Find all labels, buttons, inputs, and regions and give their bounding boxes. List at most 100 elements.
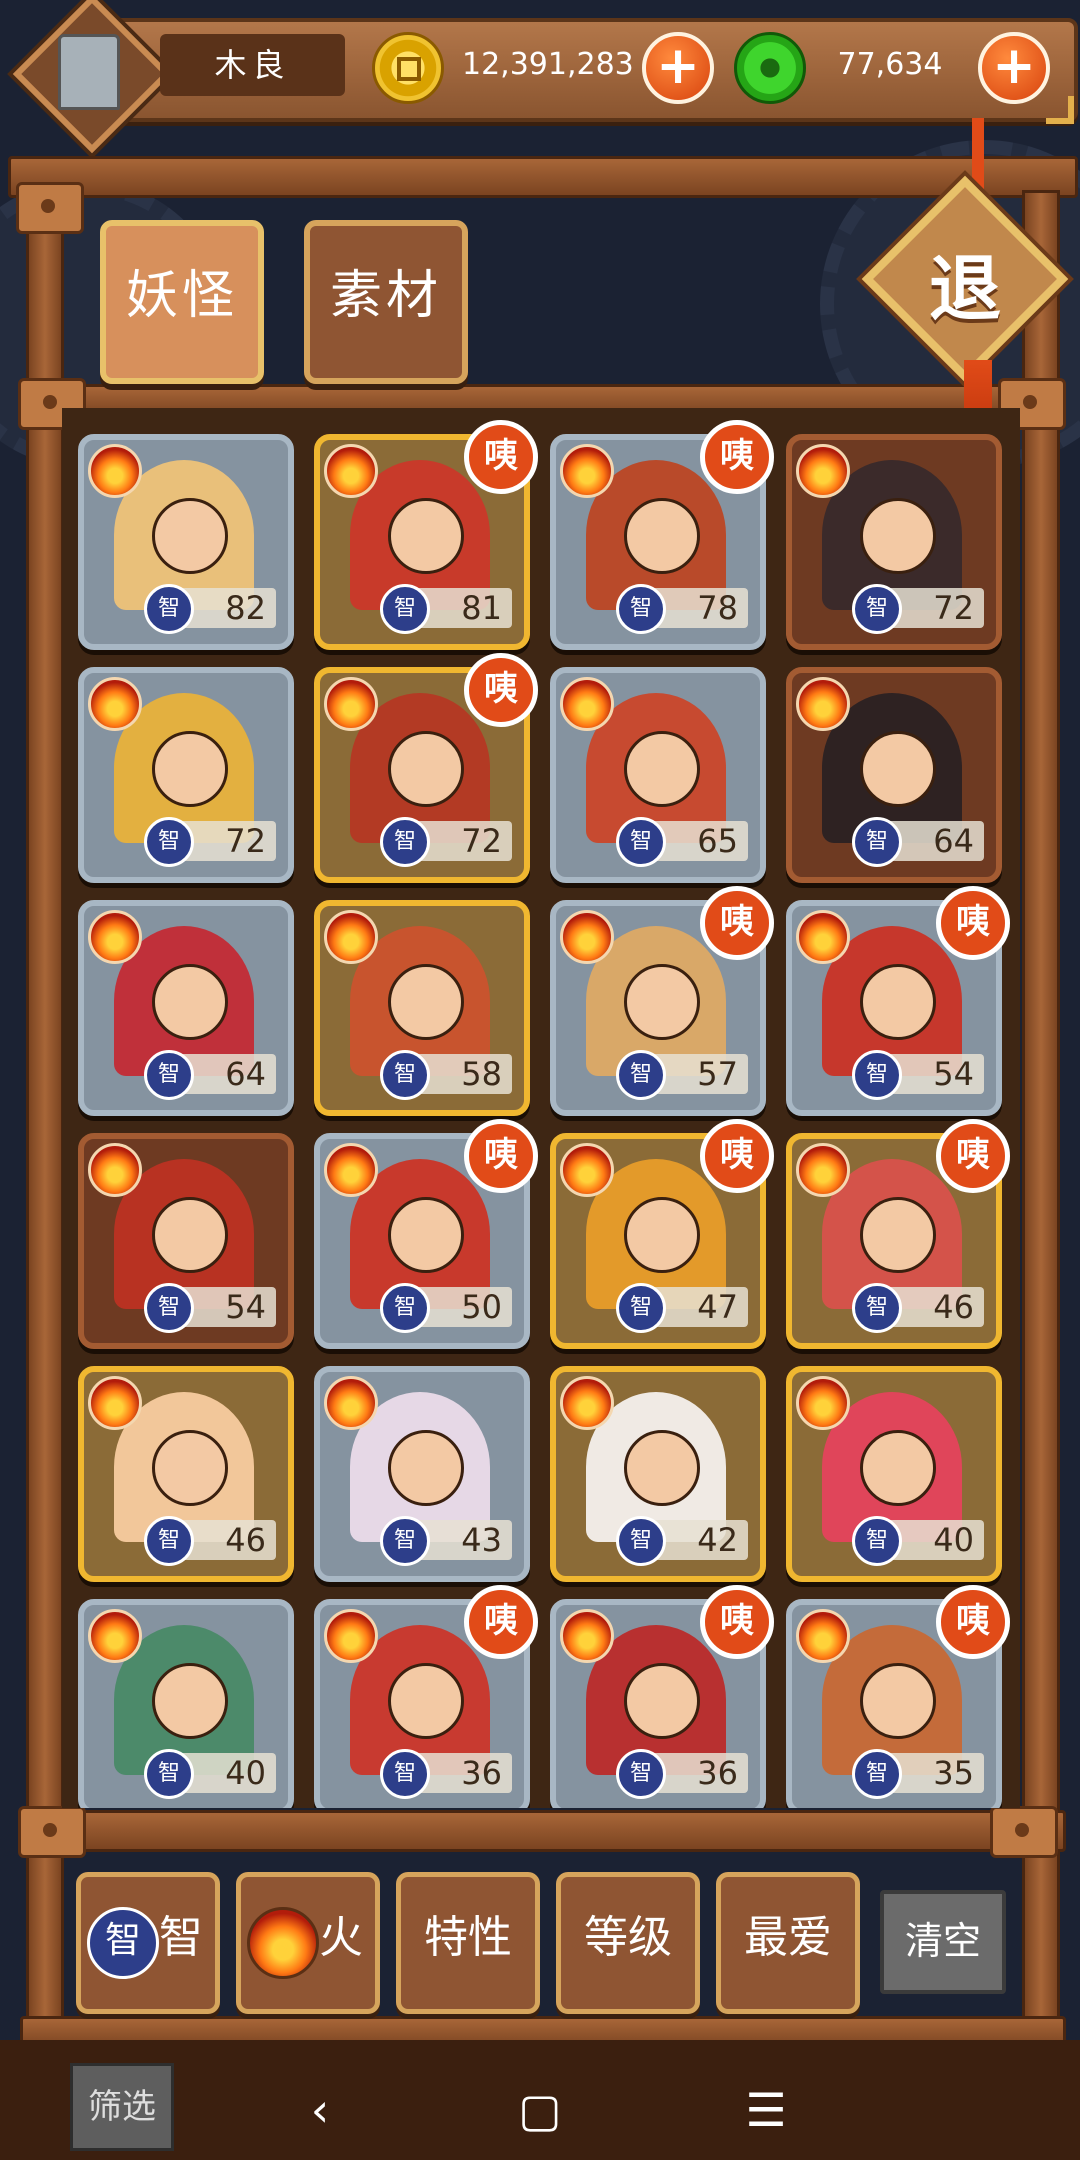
left-post	[26, 190, 64, 2046]
new-badge: 咦	[464, 1585, 538, 1659]
menu-icon[interactable]: ☰	[736, 2080, 796, 2140]
yokai-card[interactable]: 智 65	[550, 667, 766, 883]
yokai-card[interactable]: 咦智 36	[314, 1585, 538, 1808]
wisdom-icon: 智	[380, 1749, 430, 1799]
fire-element-icon	[324, 1143, 378, 1197]
yokai-face	[152, 1197, 228, 1273]
yokai-card[interactable]: 智 42	[550, 1366, 766, 1582]
castle-icon	[58, 34, 120, 110]
yokai-face	[860, 1197, 936, 1273]
wisdom-icon: 智	[380, 584, 430, 634]
add-jade-button[interactable]: +	[978, 32, 1050, 104]
yokai-card[interactable]: 咦智 50	[314, 1119, 538, 1349]
yokai-face	[388, 498, 464, 574]
gold-amount: 12,391,283	[462, 47, 634, 82]
top-bar: 木良 12,391,283 + 77,634 +	[0, 0, 1080, 154]
fire-element-icon	[324, 677, 378, 731]
filter-label: 智	[159, 1912, 203, 1963]
exit-label[interactable]: 退	[892, 230, 1038, 335]
new-badge: 咦	[464, 420, 538, 494]
wisdom-icon: 智	[144, 817, 194, 867]
player-avatar[interactable]	[12, 0, 172, 154]
new-badge: 咦	[464, 1119, 538, 1193]
yokai-card[interactable]: 智 46	[78, 1366, 294, 1582]
yokai-face	[388, 1197, 464, 1273]
wisdom-value: 35	[933, 1754, 974, 1792]
yokai-face	[624, 498, 700, 574]
yokai-card[interactable]: 智 64	[786, 667, 1002, 883]
wisdom-value: 47	[697, 1288, 738, 1326]
yokai-face	[152, 1663, 228, 1739]
yokai-card[interactable]: 智 58	[314, 900, 530, 1116]
tab-yokai[interactable]: 妖怪	[100, 220, 264, 384]
wisdom-icon: 智	[616, 1749, 666, 1799]
back-icon[interactable]: ‹	[290, 2080, 350, 2140]
yokai-card[interactable]: 咦智 81	[314, 420, 538, 650]
fire-element-icon	[796, 910, 850, 964]
yokai-card[interactable]: 智 72	[78, 667, 294, 883]
yokai-face	[624, 1197, 700, 1273]
wisdom-value: 43	[461, 1521, 502, 1559]
fire-element-icon	[324, 1609, 378, 1663]
yokai-card[interactable]: 智 40	[78, 1599, 294, 1808]
wisdom-icon: 智	[380, 817, 430, 867]
yokai-card[interactable]: 咦智 35	[786, 1585, 1010, 1808]
home-icon[interactable]: ▢	[510, 2080, 570, 2140]
clear-button[interactable]: 清空	[880, 1890, 1006, 1994]
yokai-card[interactable]: 咦智 57	[550, 886, 774, 1116]
yokai-card[interactable]: 咦智 54	[786, 886, 1010, 1116]
filter-favorite-button[interactable]: 最爱	[716, 1872, 860, 2014]
yokai-card[interactable]: 智 54	[78, 1133, 294, 1349]
yokai-face	[388, 1430, 464, 1506]
yokai-card[interactable]: 智 72	[786, 434, 1002, 650]
fire-element-icon	[88, 444, 142, 498]
yokai-face	[624, 1430, 700, 1506]
wisdom-icon: 智	[852, 1749, 902, 1799]
wisdom-value: 64	[933, 822, 974, 860]
fire-element-icon	[324, 444, 378, 498]
wisdom-icon: 智	[852, 1050, 902, 1100]
fire-element-icon	[88, 1609, 142, 1663]
yokai-card[interactable]: 咦智 78	[550, 420, 774, 650]
yokai-face	[152, 964, 228, 1040]
yokai-face	[860, 1430, 936, 1506]
yokai-card[interactable]: 智 40	[786, 1366, 1002, 1582]
fire-element-icon	[560, 1143, 614, 1197]
wisdom-icon: 智	[852, 584, 902, 634]
filter-fire-button[interactable]: 火	[236, 1872, 380, 2014]
tab-materials[interactable]: 素材	[304, 220, 468, 384]
wisdom-icon: 智	[380, 1516, 430, 1566]
wisdom-stat: 智 47	[616, 1283, 748, 1333]
yokai-card[interactable]: 智 43	[314, 1366, 530, 1582]
yokai-card[interactable]: 咦智 36	[550, 1585, 774, 1808]
wisdom-icon: 智	[852, 1516, 902, 1566]
player-name: 木良	[160, 34, 345, 96]
yokai-face	[152, 1430, 228, 1506]
yokai-card[interactable]: 咦智 47	[550, 1119, 774, 1349]
filter-level-button[interactable]: 等级	[556, 1872, 700, 2014]
add-gold-button[interactable]: +	[642, 32, 714, 104]
yokai-face	[624, 964, 700, 1040]
yokai-card[interactable]: 智 82	[78, 434, 294, 650]
fire-element-icon	[796, 1376, 850, 1430]
new-badge: 咦	[936, 1585, 1010, 1659]
wisdom-value: 40	[933, 1521, 974, 1559]
yokai-face	[860, 498, 936, 574]
new-badge: 咦	[700, 1119, 774, 1193]
yokai-card[interactable]: 咦智 46	[786, 1119, 1010, 1349]
wisdom-value: 40	[225, 1754, 266, 1792]
yokai-card[interactable]: 智 64	[78, 900, 294, 1116]
wisdom-icon: 智	[616, 817, 666, 867]
fire-element-icon	[796, 444, 850, 498]
fire-element-icon	[324, 1376, 378, 1430]
wisdom-icon: 智	[616, 1050, 666, 1100]
wisdom-icon: 智	[144, 1050, 194, 1100]
wisdom-stat: 智 64	[144, 1050, 276, 1100]
yokai-card[interactable]: 咦智 72	[314, 653, 538, 883]
wisdom-stat: 智 72	[852, 584, 984, 634]
filter-wisdom-button[interactable]: 智 智	[76, 1872, 220, 2014]
bolt	[18, 1806, 86, 1858]
filter-trait-button[interactable]: 特性	[396, 1872, 540, 2014]
wisdom-value: 46	[933, 1288, 974, 1326]
screen-filter-button[interactable]: 筛选	[70, 2063, 174, 2151]
